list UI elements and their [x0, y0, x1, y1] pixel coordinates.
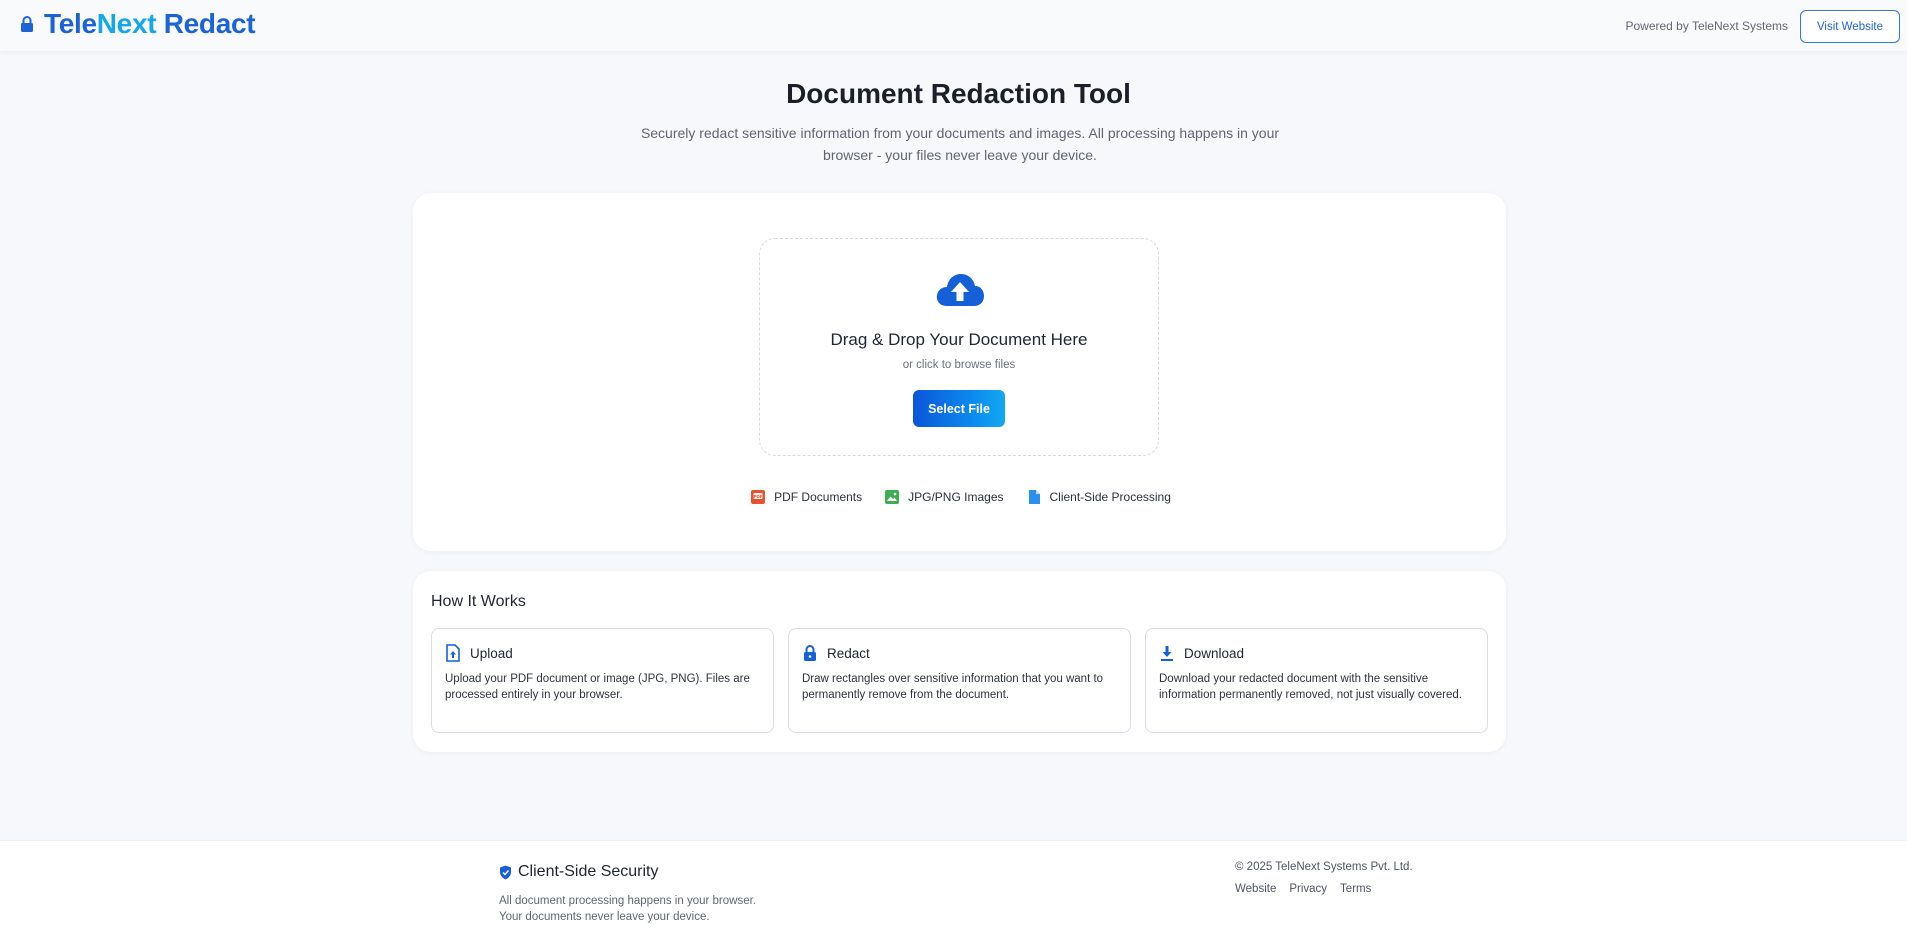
page-subtitle: Securely redact sensitive information fr… — [640, 125, 1280, 163]
footer-link-privacy[interactable]: Privacy — [1289, 883, 1327, 895]
step-download: Download Download your redacted document… — [1145, 628, 1488, 733]
step-name: Redact — [827, 645, 870, 661]
dropzone-title: Drag & Drop Your Document Here — [830, 330, 1088, 349]
top-header: TeleNext Redact Powered by TeleNext Syst… — [0, 0, 1907, 52]
feature-label: JPG/PNG Images — [908, 490, 1004, 504]
feature-label: Client-Side Processing — [1049, 490, 1171, 504]
step-header: Redact — [802, 644, 870, 662]
pdf-icon: PDF — [751, 490, 766, 504]
brand-logo[interactable]: TeleNext Redact — [20, 8, 256, 40]
feature-label: PDF Documents — [774, 490, 863, 504]
upload-card: Drag & Drop Your Document Here or click … — [413, 193, 1506, 551]
step-name: Download — [1184, 645, 1245, 661]
file-icon — [1028, 490, 1040, 504]
step-description: Draw rectangles over sensitive informati… — [802, 673, 1104, 701]
security-line: All document processing happens in your … — [499, 895, 756, 907]
file-upload-icon — [446, 644, 460, 662]
supported-formats: PDF PDF Documents JPG/PNG Images Client-… — [413, 489, 1506, 505]
footer-link-terms[interactable]: Terms — [1340, 883, 1371, 895]
how-it-works-title: How It Works — [431, 593, 526, 610]
feature-images: JPG/PNG Images — [884, 489, 1004, 505]
shield-icon — [500, 865, 511, 879]
download-icon — [1161, 646, 1173, 661]
security-title: Client-Side Security — [518, 863, 659, 880]
brand-name-part: Redact — [156, 8, 256, 39]
cloud-upload-icon — [936, 274, 984, 306]
step-name: Upload — [470, 645, 513, 661]
image-icon — [885, 490, 900, 504]
visit-website-button[interactable]: Visit Website — [1799, 10, 1900, 43]
security-description: All document processing happens in your … — [499, 893, 799, 925]
security-line: Your documents never leave your device. — [499, 911, 710, 923]
step-upload: Upload Upload your PDF document or image… — [431, 628, 774, 733]
footer-links: Website Privacy Terms — [1235, 883, 1371, 895]
footer-link-website[interactable]: Website — [1235, 883, 1276, 895]
step-description: Download your redacted document with the… — [1159, 673, 1462, 701]
copyright-text: © 2025 TeleNext Systems Pvt. Ltd. — [1235, 861, 1413, 873]
how-it-works-card: How It Works Upload Upload your PDF docu… — [413, 571, 1506, 752]
powered-by-text: Powered by TeleNext Systems — [1625, 19, 1788, 33]
step-description: Upload your PDF document or image (JPG, … — [445, 673, 750, 701]
page-title: Document Redaction Tool — [786, 78, 1131, 109]
feature-client-side: Client-Side Processing — [1026, 489, 1171, 505]
step-header: Download — [1159, 644, 1244, 662]
file-dropzone[interactable]: Drag & Drop Your Document Here or click … — [759, 238, 1159, 456]
brand-name-part: Next — [96, 8, 157, 39]
lock-icon — [804, 645, 816, 661]
step-redact: Redact Draw rectangles over sensitive in… — [788, 628, 1131, 733]
svg-text:PDF: PDF — [754, 494, 763, 499]
brand-name-part: Tele — [44, 8, 97, 39]
brand-name: TeleNext Redact — [44, 8, 256, 40]
feature-pdf: PDF PDF Documents — [750, 489, 862, 505]
dropzone-subtitle: or click to browse files — [902, 359, 1016, 371]
security-heading: Client-Side Security — [499, 863, 659, 881]
page-footer: Client-Side Security All document proces… — [0, 840, 1907, 928]
step-header: Upload — [445, 644, 513, 662]
lock-icon — [21, 16, 33, 32]
select-file-button[interactable]: Select File — [913, 390, 1005, 427]
